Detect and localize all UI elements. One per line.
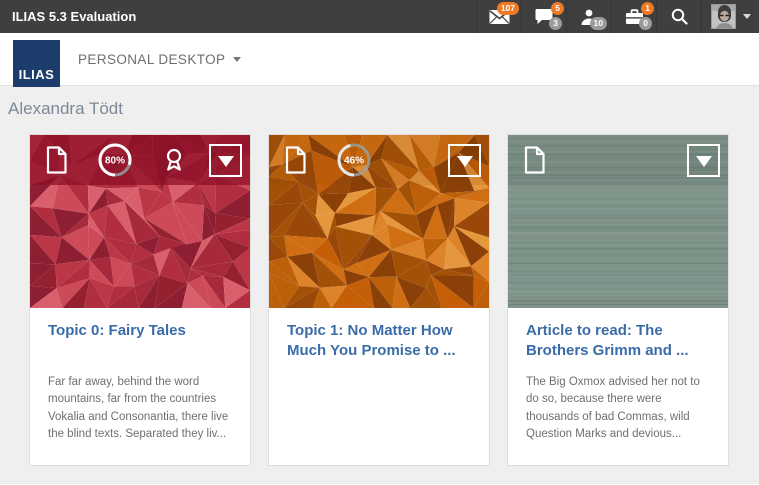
progress-ring: 80% <box>95 140 135 180</box>
users-online-button[interactable]: 10 <box>566 0 611 33</box>
card-actions-dropdown[interactable] <box>448 144 481 177</box>
mail-button[interactable]: 107 <box>476 0 521 33</box>
caret-down-icon <box>457 156 473 167</box>
chevron-down-icon <box>233 57 241 62</box>
top-bar-actions: 107 5 3 10 <box>476 0 759 33</box>
search-button[interactable] <box>656 0 701 33</box>
file-icon <box>283 145 308 175</box>
course-card: 80% Topic 0: Fairy T <box>30 135 250 465</box>
svg-text:80%: 80% <box>105 156 125 167</box>
card-description: The Big Oxmox advised her not to do so, … <box>526 374 710 443</box>
card-title-link[interactable]: Topic 1: No Matter How Much You Promise … <box>287 321 471 374</box>
course-card: 46% Topic 1: No Matt <box>269 135 489 465</box>
card-title-link[interactable]: Article to read: The Brothers Grimm and … <box>526 321 710 374</box>
card-body: Topic 0: Fairy Tales Far far away, behin… <box>30 308 250 443</box>
search-icon <box>671 8 688 25</box>
svg-text:46%: 46% <box>344 156 364 167</box>
course-card: Article to read: The Brothers Grimm and … <box>508 135 728 465</box>
chat-button[interactable]: 5 3 <box>521 0 566 33</box>
card-actions-dropdown[interactable] <box>687 144 720 177</box>
caret-down-icon <box>696 156 712 167</box>
content-area: Alexandra Tödt <box>0 86 759 484</box>
card-title-link[interactable]: Topic 0: Fairy Tales <box>48 321 232 374</box>
file-icon <box>44 145 69 175</box>
briefcase-new-badge: 1 <box>641 2 654 15</box>
progress-ring: 46% <box>334 140 374 180</box>
app-title: ILIAS 5.3 Evaluation <box>0 0 476 33</box>
user-menu-button[interactable] <box>701 0 759 33</box>
card-body: Topic 1: No Matter How Much You Promise … <box>269 308 489 374</box>
ilias-logo[interactable]: ILIAS <box>13 40 60 87</box>
chevron-down-icon <box>743 14 751 19</box>
personal-desktop-label: PERSONAL DESKTOP <box>78 52 225 67</box>
certificate-icon <box>161 147 187 173</box>
main-nav-bar: ILIAS PERSONAL DESKTOP <box>0 33 759 86</box>
chat-total-badge: 3 <box>549 17 562 30</box>
briefcase-total-badge: 0 <box>639 17 652 30</box>
chat-new-badge: 5 <box>551 2 564 15</box>
avatar <box>711 4 736 29</box>
page-title: Alexandra Tödt <box>0 86 759 119</box>
card-action-band: 46% <box>269 135 489 185</box>
personal-desktop-menu[interactable]: PERSONAL DESKTOP <box>78 33 241 86</box>
card-image[interactable]: 80% <box>30 135 250 308</box>
caret-down-icon <box>218 156 234 167</box>
card-description: Far far away, behind the word mountains,… <box>48 374 232 443</box>
users-count-badge: 10 <box>590 17 607 30</box>
mail-count-badge: 107 <box>497 2 519 15</box>
briefcase-button[interactable]: 1 0 <box>611 0 656 33</box>
card-actions-dropdown[interactable] <box>209 144 242 177</box>
card-action-band <box>508 135 728 185</box>
file-icon <box>522 145 547 175</box>
card-action-band: 80% <box>30 135 250 185</box>
top-bar: ILIAS 5.3 Evaluation 107 5 3 <box>0 0 759 33</box>
card-body: Article to read: The Brothers Grimm and … <box>508 308 728 443</box>
card-image[interactable] <box>508 135 728 308</box>
card-image[interactable]: 46% <box>269 135 489 308</box>
card-grid: 80% Topic 0: Fairy T <box>30 135 729 465</box>
